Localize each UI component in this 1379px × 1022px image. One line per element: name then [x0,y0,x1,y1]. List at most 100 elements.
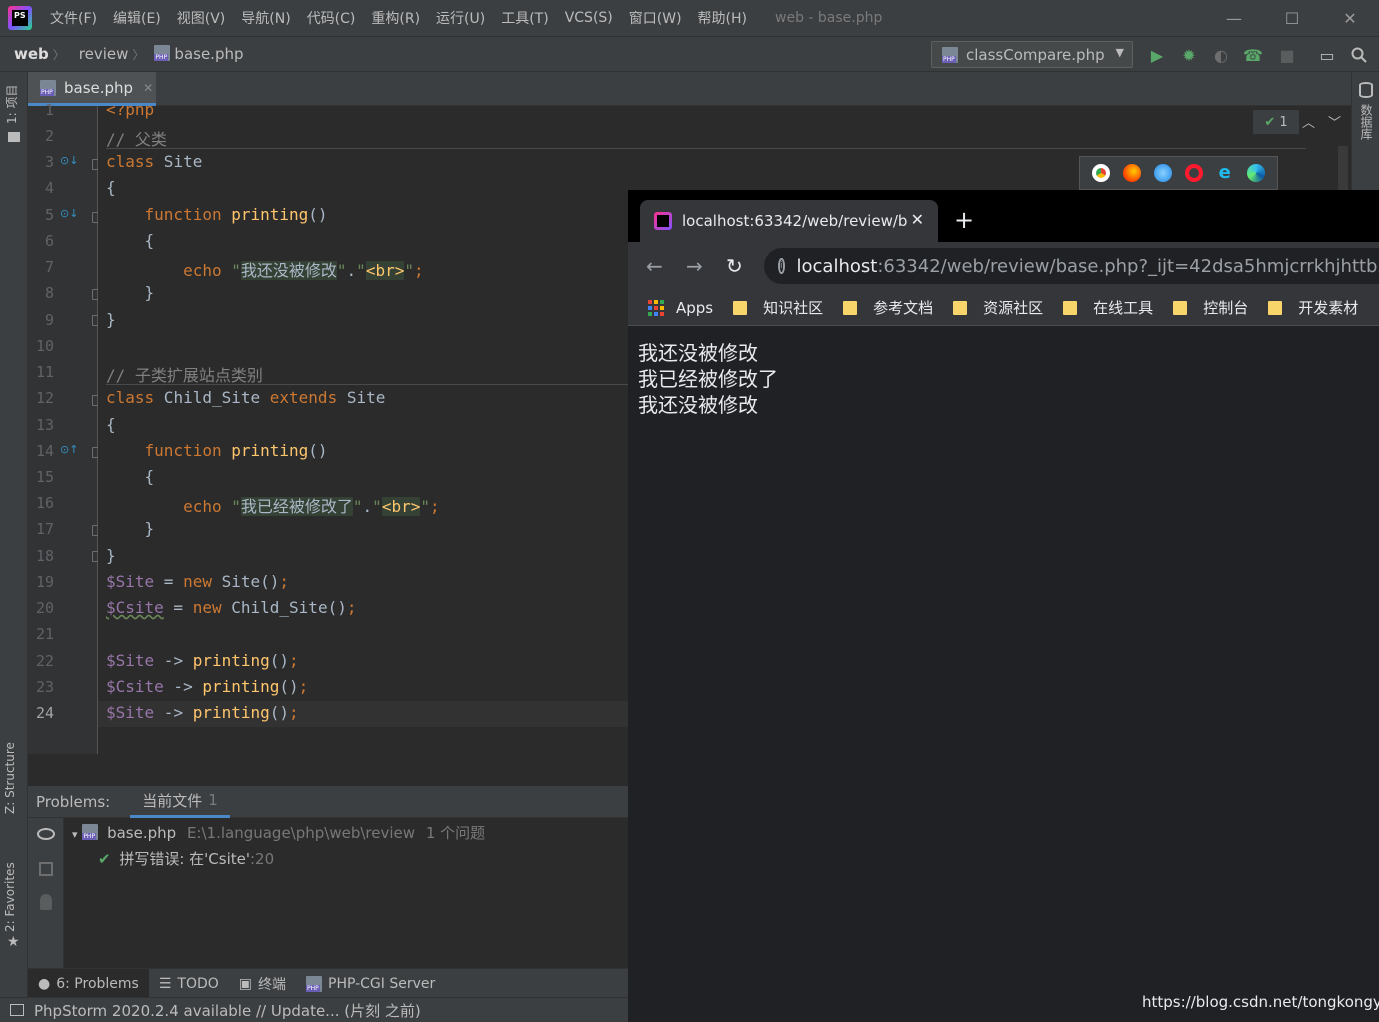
editor-gutter: 1 2 3 4 5 6 7 8 9 10 11 12 13 14 15 16 1… [28,101,102,754]
folder-icon [733,300,748,315]
code-line: class Child_Site extends Site [106,388,386,407]
chevron-down-icon[interactable]: ﹀ [1328,112,1341,131]
tool-tab-todo[interactable]: ☰ TODO [149,969,229,999]
bookmark-folder[interactable]: 在线工具 [1063,297,1153,318]
close-tab-icon[interactable]: ✕ [143,81,153,95]
menu-view[interactable]: 视图(V) [169,8,234,28]
minimize-button[interactable]: — [1205,0,1263,36]
tab-current-file[interactable]: 当前文件 1 [130,786,230,818]
coverage-icon[interactable]: ◐ [1210,45,1232,65]
tool-tab-terminal[interactable]: ▣ 终端 [229,969,296,999]
address-bar[interactable]: i localhost:63342/web/review/base.php?_i… [764,248,1379,284]
line-number: 21 [35,625,54,643]
line-number: 17 [35,520,54,538]
star-icon: ★ [7,934,20,950]
safari-icon[interactable] [1154,164,1173,182]
status-text[interactable]: PhpStorm 2020.2.4 available // Update...… [34,1000,421,1021]
menu-navigate[interactable]: 导航(N) [233,8,298,28]
menu-run[interactable]: 运行(U) [428,8,493,28]
info-icon[interactable]: i [778,258,785,274]
bookmark-folder[interactable]: 开发素材 [1268,297,1358,318]
database-tool-button[interactable]: 数据库 [1358,104,1375,140]
menu-window[interactable]: 窗口(W) [621,8,690,28]
eye-icon[interactable] [37,828,55,840]
favorites-tool-button[interactable]: 2: Favorites [3,862,17,932]
code-line: $Site -> printing(); [106,651,299,670]
opera-icon[interactable] [1184,164,1203,182]
editor-tab-bar: base.php ✕ [28,72,1351,106]
menu-tools[interactable]: 工具(T) [493,8,556,28]
implemented-marker-icon[interactable]: ⊙↓ [60,154,78,167]
layout-icon[interactable]: ▭ [1316,45,1338,65]
line-number: 15 [35,468,54,486]
watermark-text: https://blog.csdn.net/tongkongyu [1142,993,1379,1011]
preview-icon[interactable] [39,862,53,876]
inspection-widget[interactable]: ✔ 1 [1253,110,1299,134]
browser-tab[interactable]: localhost:63342/web/review/b ✕ [640,200,938,242]
code-line: $Site = new Site(); [106,572,290,591]
back-arrow-icon[interactable]: ← [646,254,663,278]
ie-icon[interactable]: e [1215,164,1234,182]
stop-icon[interactable]: ■ [1276,45,1298,65]
structure-tool-button[interactable]: Z: Structure [3,742,17,814]
bookmark-folder[interactable]: 控制台 [1173,297,1248,318]
overridden-marker-icon[interactable]: ⊙↓ [60,207,78,220]
problems-panel: Problems: 当前文件1 ▾ base.php E:\1.language… [28,786,628,968]
breadcrumb-project[interactable]: web [0,45,53,63]
lightbulb-icon[interactable] [40,894,52,910]
database-icon [1359,82,1373,98]
menu-code[interactable]: 代码(C) [299,8,364,28]
bookmark-folder[interactable]: 资源社区 [953,297,1043,318]
output-line: 我还没被修改 [638,393,758,417]
chevron-up-icon[interactable]: ︿ [1302,112,1315,131]
run-icon[interactable]: ▶ [1146,45,1168,65]
chevron-down-icon: ▾ [72,828,78,841]
run-configuration-select[interactable]: classCompare.php ▼ [931,41,1133,68]
close-button[interactable]: ✕ [1321,0,1379,36]
method-separator [628,148,1306,149]
menu-help[interactable]: 帮助(H) [690,8,755,28]
search-icon[interactable] [1348,45,1370,65]
folder-icon [1063,300,1078,315]
info-icon: ● [38,975,51,992]
code-line: // 父类 [106,130,167,149]
folder-icon [1173,300,1188,315]
breadcrumb-folder[interactable]: review [65,45,133,63]
project-tool-button[interactable]: 1: 项目 [3,85,20,125]
problem-file-row[interactable]: ▾ base.php E:\1.language\php\web\review … [72,822,485,843]
chrome-icon[interactable] [1092,164,1111,182]
edge-icon[interactable] [1246,164,1265,182]
menu-edit[interactable]: 编辑(E) [105,8,169,28]
code-line: $Site -> printing(); [106,703,299,722]
code-line: { [106,178,116,197]
breadcrumb-file[interactable]: base.php [144,45,247,63]
line-number: 22 [35,652,54,670]
navigation-bar: web 〉 review 〉 base.php classCompare.php… [0,36,1379,72]
firefox-icon[interactable] [1123,164,1142,182]
forward-arrow-icon[interactable]: → [686,254,703,278]
layout-icon[interactable] [10,1004,24,1016]
overrides-marker-icon[interactable]: ⊙↑ [60,443,78,456]
menu-file[interactable]: 文件(F) [42,8,105,28]
listen-debug-icon[interactable]: ☎ [1242,45,1264,65]
code-line: } [144,519,155,538]
maximize-button[interactable]: ☐ [1263,0,1321,36]
tool-tab-problems[interactable]: ● 6: Problems [28,968,149,999]
code-editor[interactable]: <?php // 父类 class Site { function printi… [98,106,628,754]
close-tab-icon[interactable]: ✕ [911,210,924,229]
menu-bar: PS 文件(F) 编辑(E) 视图(V) 导航(N) 代码(C) 重构(R) 运… [0,0,1379,36]
debug-icon[interactable]: ✹ [1178,45,1200,65]
problem-item-row[interactable]: ✔ 拼写错误: 在'Csite':20 [98,848,274,869]
menu-refactor[interactable]: 重构(R) [363,8,428,28]
reload-icon[interactable]: ↻ [726,254,743,278]
phpstorm-favicon-icon [654,212,672,230]
bookmark-folder[interactable]: 参考文档 [843,297,933,318]
menu-vcs[interactable]: VCS(S) [557,10,621,26]
php-file-icon [82,824,99,840]
tool-tab-php-cgi[interactable]: PHP-CGI Server [296,969,445,999]
folder-icon [843,300,858,315]
new-tab-button[interactable]: + [954,206,974,234]
bookmark-apps[interactable]: Apps [648,299,713,317]
scrollbar[interactable] [1338,146,1348,190]
bookmark-folder[interactable]: 知识社区 [733,297,823,318]
